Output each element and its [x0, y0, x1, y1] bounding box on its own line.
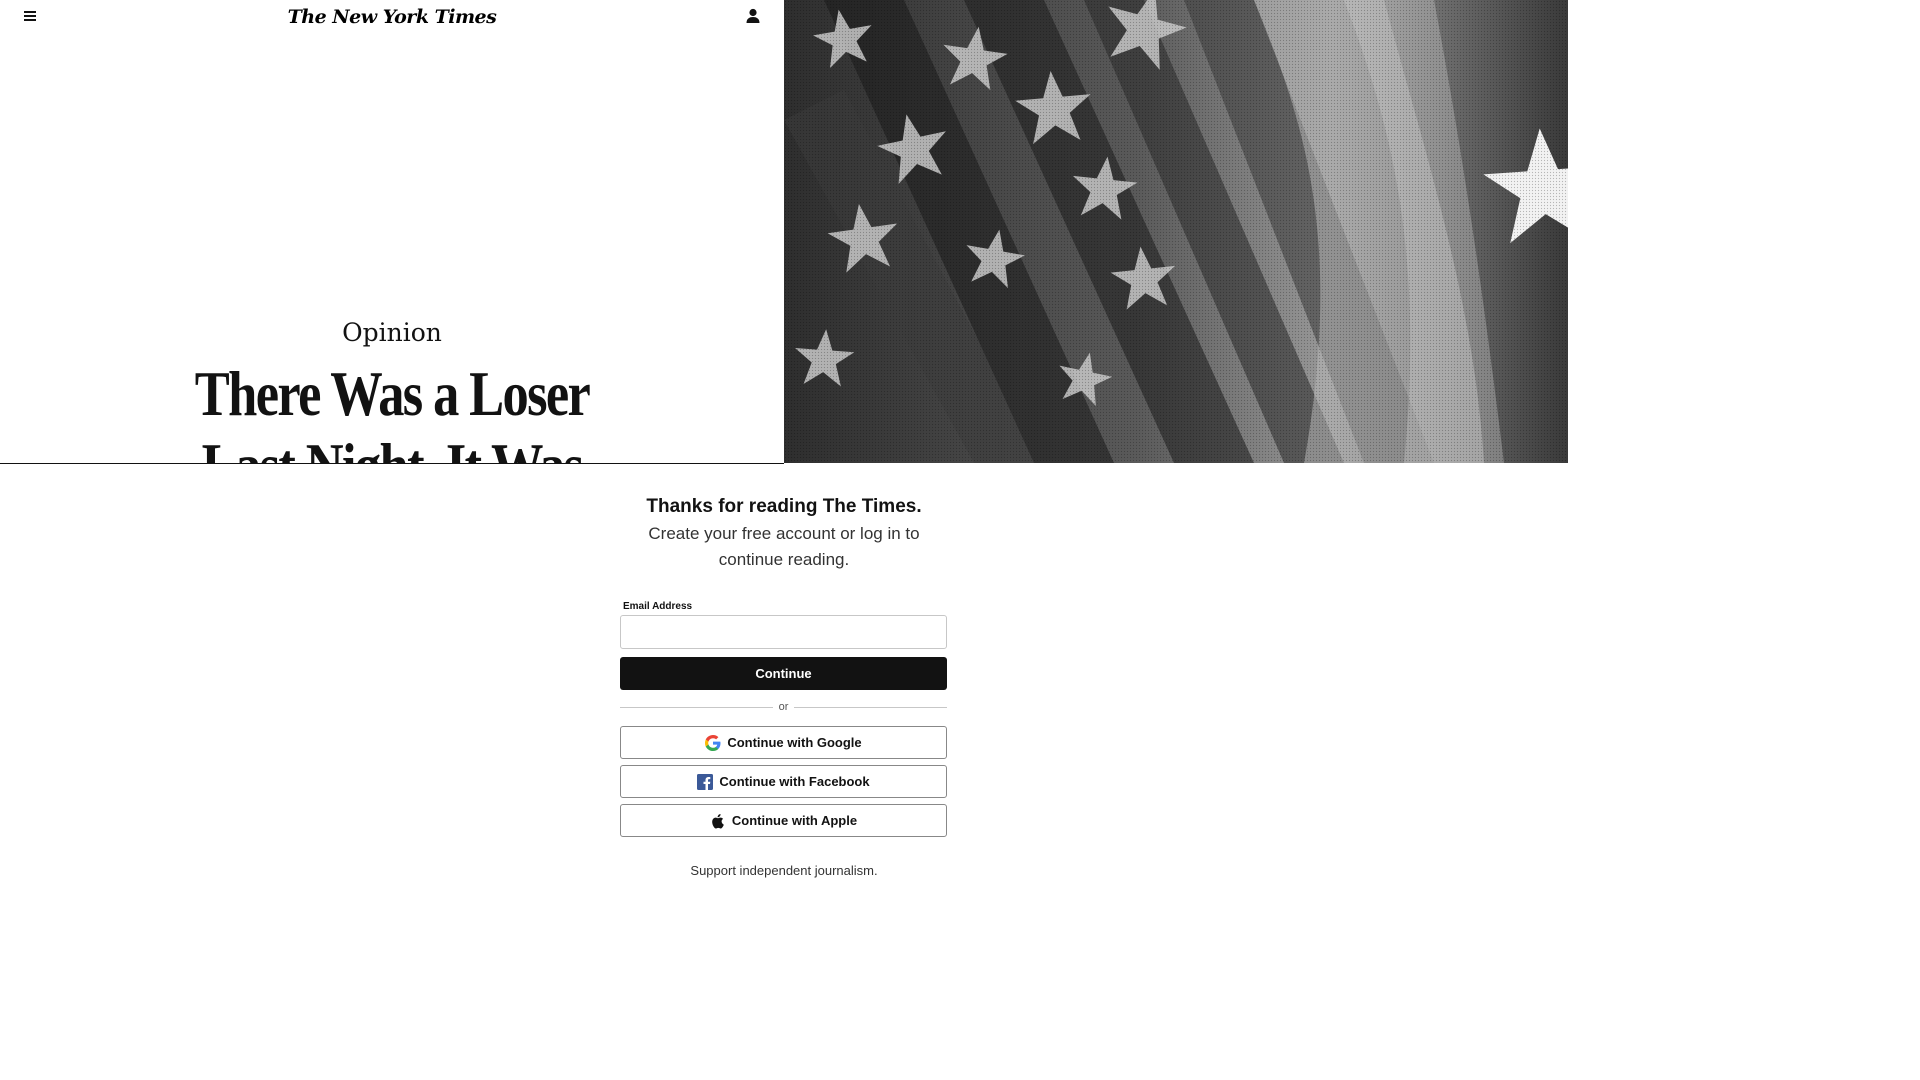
account-icon[interactable] [744, 7, 762, 25]
divider-rule [794, 706, 947, 708]
continue-button[interactable]: Continue [620, 657, 947, 690]
support-journalism-text: Support independent journalism. [690, 863, 878, 878]
american-flag-photo-icon [784, 0, 1568, 463]
or-text: or [778, 701, 789, 713]
email-label: Email Address [623, 601, 693, 612]
menu-line [24, 19, 36, 21]
registration-wall: Thanks for reading The Times. Create you… [0, 464, 1568, 882]
apple-button-label: Continue with Apple [731, 813, 858, 828]
article-header: The New York Times Opinion There Was a L… [0, 0, 784, 463]
section-label[interactable]: Opinion [0, 318, 784, 347]
menu-line [24, 11, 36, 13]
apple-icon [712, 813, 724, 828]
email-field[interactable] [620, 615, 947, 649]
continue-with-apple-button[interactable]: Continue with Apple [620, 804, 947, 837]
page: The New York Times Opinion There Was a L… [0, 0, 1568, 882]
google-icon [705, 734, 721, 751]
hamburger-menu-icon[interactable] [22, 8, 40, 24]
google-button-label: Continue with Google [727, 735, 862, 750]
divider-rule [620, 706, 773, 708]
article-headline: There Was a Loser Last Night. It Was Ame… [194, 358, 591, 463]
article-hero-image [784, 0, 1568, 463]
nyt-masthead-logo[interactable]: The New York Times [262, 2, 522, 32]
facebook-button-label: Continue with Facebook [719, 774, 870, 789]
facebook-icon [697, 773, 714, 790]
or-divider: or [620, 700, 947, 714]
continue-with-google-button[interactable]: Continue with Google [620, 726, 947, 759]
continue-with-facebook-button[interactable]: Continue with Facebook [620, 765, 947, 798]
regiwall-subtitle: Create your free account or log in to co… [648, 524, 920, 569]
menu-line [24, 15, 36, 17]
regiwall-title: Thanks for reading The Times. [646, 496, 922, 517]
